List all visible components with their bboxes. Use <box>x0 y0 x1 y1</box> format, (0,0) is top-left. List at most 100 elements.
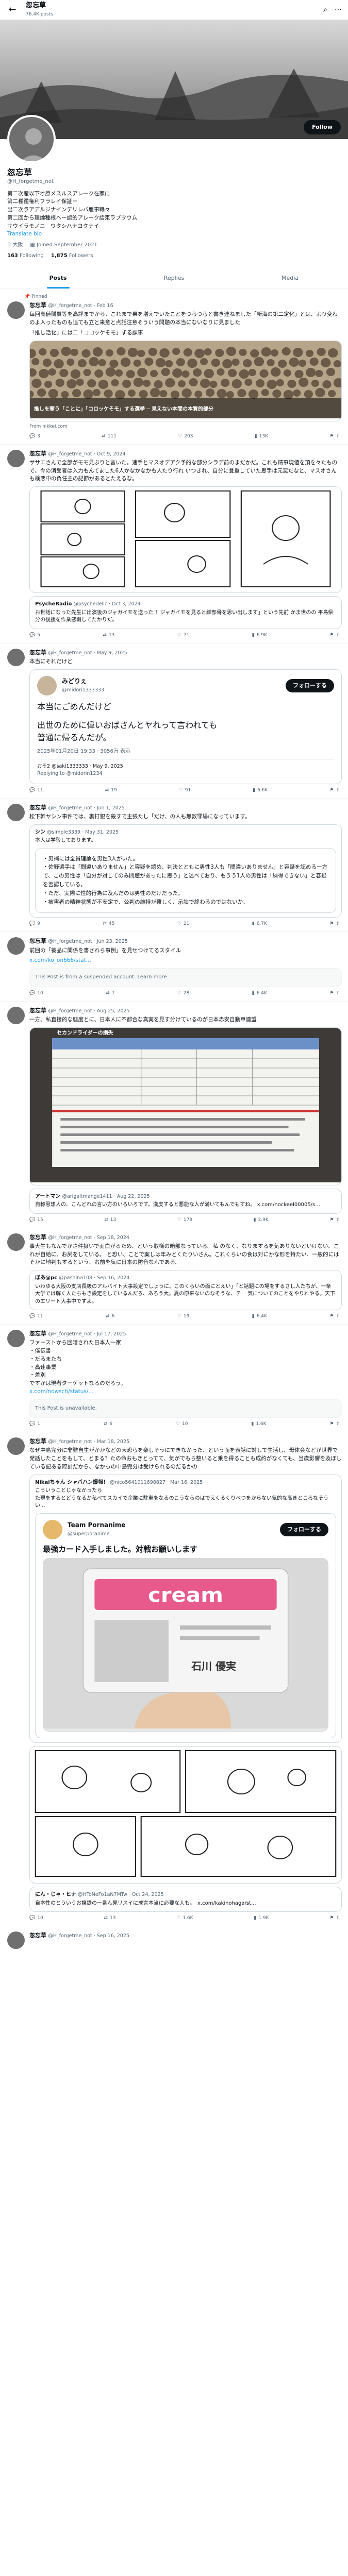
post-author[interactable]: 忽忘草 <box>29 938 46 944</box>
repost-action[interactable]: ⇄ 19 <box>105 787 117 794</box>
post[interactable]: 忽忘草 @H_forgetme_not · Sep 16, 2025 <box>0 1926 348 1953</box>
quoted-post[interactable]: シン @simple3339 · May 31, 2025 本人は学習しておりま… <box>29 824 342 918</box>
bookmark-icon[interactable]: ⚑ <box>329 1217 334 1224</box>
profile-avatar[interactable] <box>7 115 56 163</box>
following-count[interactable]: 163 Following <box>7 252 44 260</box>
post[interactable]: 忽忘草 @H_forgetme_not · Jun 1, 2025 松下幹ヤシン… <box>0 799 348 933</box>
search-icon[interactable]: ⌕ <box>323 5 327 15</box>
reply-action[interactable]: 💬 15 <box>29 1217 43 1224</box>
share-icon[interactable]: ⇪ <box>336 1217 340 1224</box>
post[interactable]: 忽忘草 @H_forgetme_not · Oct 9, 2024 ササエさんで… <box>0 445 348 643</box>
repost-action[interactable]: ⇄ 7 <box>106 990 114 997</box>
more-icon[interactable]: ⋯ <box>335 5 342 15</box>
post-avatar[interactable] <box>7 937 25 955</box>
like-action[interactable]: ♡ 203 <box>178 433 193 440</box>
bookmark-icon[interactable]: ⚑ <box>329 990 334 997</box>
repost-action[interactable]: ⇄ 13 <box>104 1915 115 1922</box>
share-icon[interactable]: ⇪ <box>336 632 340 639</box>
post-avatar[interactable] <box>7 1233 25 1251</box>
post-author[interactable]: 忽忘草 <box>29 1007 46 1014</box>
share-icon[interactable]: ⇪ <box>336 787 340 794</box>
like-action[interactable]: ♡ 1.6K <box>176 1915 193 1922</box>
bookmark-icon[interactable]: ⚑ <box>329 632 334 639</box>
post-author[interactable]: 忽忘草 <box>29 1234 46 1241</box>
share-icon[interactable]: ⇪ <box>336 1421 340 1428</box>
repost-action[interactable]: ⇄ 6 <box>104 1421 112 1428</box>
repost-action[interactable]: ⇄ 13 <box>103 632 114 639</box>
like-action[interactable]: ♡ 178 <box>177 1217 192 1224</box>
share-icon[interactable]: ⇪ <box>336 1313 340 1320</box>
views-action[interactable]: ▮ 13K <box>255 433 268 440</box>
embedded-post[interactable]: みどりぇ @midori1333333 フォローする 本当にごめんだけど 出世のた… <box>29 669 342 784</box>
views-action[interactable]: ▮ 6.7K <box>252 921 267 927</box>
repost-action[interactable]: ⇄ 13 <box>104 1217 116 1224</box>
post-author[interactable]: 忽忘草 <box>29 1438 46 1445</box>
post[interactable]: 忽忘草 @H_forgetme_not · Jun 23, 2025 前回の「被… <box>0 932 348 1002</box>
reply-action[interactable]: 💬 11 <box>29 1313 43 1320</box>
repost-action[interactable]: ⇄ 111 <box>102 433 117 440</box>
share-icon[interactable]: ⇪ <box>336 1915 340 1922</box>
reply-action[interactable]: 💬 1 <box>29 1421 40 1428</box>
bookmark-icon[interactable]: ⚑ <box>329 1313 334 1320</box>
share-icon[interactable]: ⇪ <box>336 990 340 997</box>
link-source[interactable]: From nikkei.com <box>29 423 342 430</box>
views-action[interactable]: ▮ 1.6K <box>251 1421 266 1428</box>
post-image[interactable]: セカンドライダーの損失 <box>29 1027 342 1185</box>
views-action[interactable]: ▮ 6.4K <box>252 1313 267 1320</box>
post-avatar[interactable] <box>7 1330 25 1348</box>
post-image[interactable]: 推しを奪う「ことに」「コロッケそモ」する選挙 ─ 見えない本間の本質的部分 <box>29 340 342 421</box>
views-action[interactable]: ▮ 6.6K <box>253 787 268 794</box>
tab-posts[interactable]: Posts <box>0 268 116 289</box>
share-icon[interactable]: ⇪ <box>336 921 340 927</box>
tab-media[interactable]: Media <box>232 268 348 289</box>
post-image[interactable] <box>29 1746 342 1884</box>
bookmark-icon[interactable]: ⚑ <box>329 1915 334 1922</box>
post[interactable]: 忽忘草 @H_forgetme_not · Mar 18, 2025 なぜ中島完… <box>0 1432 348 1927</box>
follow-button[interactable]: Follow <box>304 120 341 134</box>
post[interactable]: 忽忘草 @H_forgetme_not · May 9, 2025 本当にそれだ… <box>0 643 348 799</box>
post-author[interactable]: 忽忘草 <box>29 1932 46 1939</box>
post[interactable]: 忽忘草 @H_forgetme_not · Feb 16 毎回高値購買等を高評ま… <box>0 300 348 445</box>
bookmark-icon[interactable]: ⚑ <box>329 921 334 927</box>
views-action[interactable]: ▮ 1.9K <box>254 1915 269 1922</box>
like-action[interactable]: ♡ 71 <box>177 632 190 639</box>
post-author[interactable]: 忽忘草 <box>29 649 46 656</box>
post-avatar[interactable] <box>7 1006 25 1024</box>
tab-replies[interactable]: Replies <box>116 268 232 289</box>
bookmark-icon[interactable]: ⚑ <box>329 433 334 440</box>
reply-action[interactable]: 💬 5 <box>29 632 40 639</box>
repost-action[interactable]: ⇄ 45 <box>103 921 114 927</box>
reply-action[interactable]: 💬 11 <box>29 787 43 794</box>
followers-count[interactable]: 1,875 Followers <box>51 252 93 260</box>
bookmark-icon[interactable]: ⚑ <box>329 787 334 794</box>
quoted-post[interactable]: アートマン @arigaltmange1411 · Aug 22, 2025 自… <box>29 1188 342 1214</box>
quoted-post[interactable]: ぼあ@pc @pashina108 · Sep 16, 2024 いわゆる大阪の… <box>29 1270 342 1311</box>
translate-bio-link[interactable]: Translate bio <box>7 230 341 239</box>
post-avatar[interactable] <box>7 1437 25 1455</box>
views-action[interactable]: ▮ 6.4K <box>252 990 267 997</box>
reply-action[interactable]: 💬 9 <box>29 921 40 927</box>
post-author[interactable]: 忽忘草 <box>29 302 46 309</box>
reply-action[interactable]: 💬 10 <box>29 1915 43 1922</box>
post-link[interactable]: x.com/nowsch/status/... <box>29 1388 342 1396</box>
quoted-post[interactable]: Nikaiちゃん シャバハン爆報！ @nico5641011698827 · M… <box>29 1474 342 1743</box>
post-avatar[interactable] <box>7 1931 25 1950</box>
post[interactable]: 忽忘草 @H_forgetme_not · Jul 17, 2025 ファースト… <box>0 1325 348 1433</box>
like-action[interactable]: ♡ 10 <box>176 1421 188 1428</box>
embed-follow-button[interactable]: フォローする <box>280 1522 328 1536</box>
like-action[interactable]: ♡ 21 <box>177 921 190 927</box>
post-link[interactable]: x.com/ko_on666/stat... <box>29 957 342 965</box>
embed-image[interactable]: cream 石川 優実 <box>43 1558 328 1732</box>
back-arrow-icon[interactable]: ← <box>6 3 19 16</box>
post-avatar[interactable] <box>7 648 25 666</box>
embedded-post[interactable]: Team Pornanime @superporanime フォローする 最強カー… <box>35 1513 336 1739</box>
quoted-post[interactable]: PsycheRadio @psychedelic · Oct 3, 2024 お… <box>29 596 342 629</box>
post[interactable]: 忽忘草 @H_forgetme_not · Sep 18, 2024 事大生もな… <box>0 1228 348 1325</box>
post-avatar[interactable] <box>7 449 25 467</box>
repost-action[interactable]: ⇄ 6 <box>106 1313 114 1320</box>
share-icon[interactable]: ⇪ <box>336 433 340 440</box>
views-action[interactable]: ▮ 2.9K <box>254 1217 269 1224</box>
reply-action[interactable]: 💬 3 <box>29 433 40 440</box>
post-image[interactable] <box>29 486 342 594</box>
quoted-post[interactable]: にん・じゃ・ヒナ @HToNeFo1aN7MTw · Oct 24, 2025 … <box>29 1887 342 1912</box>
